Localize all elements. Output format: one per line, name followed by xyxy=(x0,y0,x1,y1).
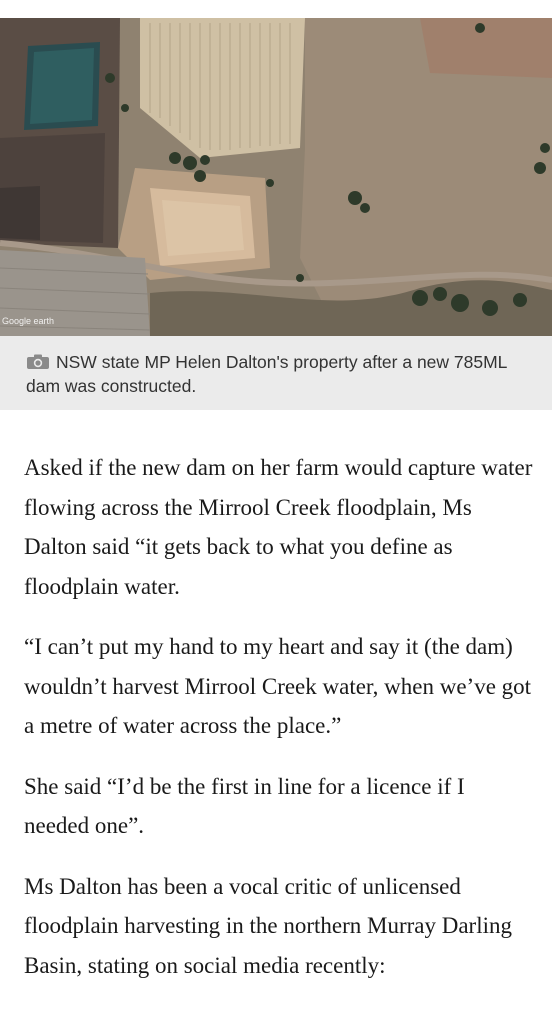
article-body: Asked if the new dam on her farm would c… xyxy=(24,448,534,1006)
camera-icon xyxy=(26,352,50,369)
article-hero-image: Google earth xyxy=(0,18,552,336)
image-caption: NSW state MP Helen Dalton's property aft… xyxy=(0,336,552,410)
article-paragraph: She said “I’d be the first in line for a… xyxy=(24,773,465,839)
caption-text: NSW state MP Helen Dalton's property aft… xyxy=(26,352,507,396)
article-paragraph: Asked if the new dam on her farm would c… xyxy=(24,455,533,599)
article-paragraph: “I can’t put my hand to my heart and say… xyxy=(24,634,532,738)
satellite-farm-image xyxy=(0,18,552,336)
article-paragraph: Ms Dalton has been a vocal critic of unl… xyxy=(24,873,512,978)
image-watermark: Google earth xyxy=(2,316,55,326)
